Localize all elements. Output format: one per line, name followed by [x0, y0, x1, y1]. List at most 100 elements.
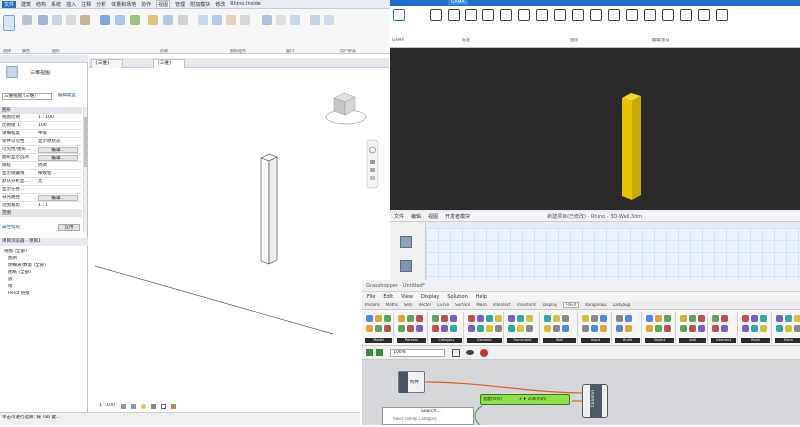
lock-view-icon[interactable] — [171, 404, 176, 409]
gh-menu-help[interactable]: Help — [476, 294, 487, 300]
gh-component-icon[interactable] — [591, 325, 598, 332]
edit-type-button[interactable]: 编辑类型 — [58, 93, 76, 98]
revit-param-node[interactable]: 构件 — [398, 371, 425, 393]
gh-component-icon[interactable] — [616, 325, 623, 332]
gh-tab[interactable]: Params — [365, 303, 380, 308]
apply-button[interactable]: 应用 — [58, 224, 80, 231]
revit-menu-view[interactable]: 视图 — [156, 0, 171, 9]
gh-component-icon[interactable] — [441, 315, 448, 322]
column-component[interactable]: Column — [582, 384, 608, 418]
property-value[interactable]: 100 — [38, 123, 47, 128]
arc-icon[interactable] — [500, 9, 512, 21]
gh-component-icon[interactable] — [384, 315, 391, 322]
gh-component-icon[interactable] — [646, 325, 653, 332]
gh-component-icon[interactable] — [712, 325, 719, 332]
preview-mode-icon[interactable] — [480, 349, 488, 357]
gh-component-icon[interactable] — [375, 325, 382, 332]
revit-menu-item[interactable]: 体量和场地 — [111, 1, 136, 8]
rhino-menu-dev[interactable]: 开发者模块 — [445, 213, 470, 220]
gh-component-icon[interactable] — [544, 315, 551, 322]
property-value[interactable]: 中等 — [38, 131, 47, 136]
gh-component-icon[interactable] — [366, 325, 373, 332]
gh-component-icon[interactable] — [441, 325, 448, 332]
search-panel[interactable]: Search... Revit Family Category — [382, 407, 474, 425]
gh-component-icon[interactable] — [486, 315, 493, 322]
callout-icon[interactable] — [130, 15, 140, 25]
rhino-menu-edit[interactable]: 编辑 — [411, 213, 421, 220]
gh-component-icon[interactable] — [517, 325, 524, 332]
redo-icon[interactable] — [716, 9, 728, 21]
gh-tab[interactable]: Display — [542, 303, 557, 308]
filters-icon[interactable] — [52, 15, 62, 25]
property-value[interactable]: 无 — [38, 179, 43, 184]
revit-menu-item[interactable]: 修改 — [215, 1, 225, 8]
gh-component-icon[interactable] — [553, 325, 560, 332]
gh-component-icon[interactable] — [721, 325, 728, 332]
gh-tab[interactable]: Curve — [437, 303, 449, 308]
cascade-icon[interactable] — [324, 15, 334, 25]
gh-tab[interactable]: Vector — [419, 303, 432, 308]
revit-menu-item[interactable]: 插入 — [66, 1, 76, 8]
number-slider[interactable]: 宽度(mm) 3 ♦ 200(mm) — [480, 394, 570, 405]
move-icon[interactable] — [554, 9, 566, 21]
gh-component-icon[interactable] — [398, 315, 405, 322]
curve-icon[interactable] — [465, 9, 477, 21]
gh-component-icon[interactable] — [508, 325, 515, 332]
gh-component-icon[interactable] — [562, 315, 569, 322]
revit-menu-item[interactable]: 附加模块 — [190, 1, 210, 8]
gh-component-icon[interactable] — [616, 315, 623, 322]
gh-component-icon[interactable] — [398, 325, 405, 332]
show-hidden-icon[interactable] — [80, 15, 90, 25]
preview-eye-icon[interactable] — [466, 350, 474, 355]
gh-component-icon[interactable] — [582, 325, 589, 332]
crop-icon[interactable] — [161, 404, 166, 409]
plan-views-icon[interactable] — [148, 15, 158, 25]
gh-component-icon[interactable] — [742, 315, 749, 322]
scale-icon[interactable] — [608, 9, 620, 21]
property-edit-button[interactable]: 编辑... — [38, 155, 78, 161]
gama-icon[interactable] — [393, 9, 405, 21]
gh-menu-file[interactable]: File — [367, 294, 375, 300]
gh-tab[interactable]: Maths — [386, 303, 398, 308]
gh-component-icon[interactable] — [468, 315, 475, 322]
drafting-icon[interactable] — [178, 15, 188, 25]
circle-icon[interactable] — [482, 9, 494, 21]
mirror-icon[interactable] — [662, 9, 674, 21]
panel-icon[interactable] — [400, 260, 412, 272]
revit-3d-viewport[interactable] — [89, 68, 389, 402]
gh-component-icon[interactable] — [468, 325, 475, 332]
gh-component-icon[interactable] — [785, 315, 792, 322]
property-value[interactable]: 1 : 100 — [38, 115, 54, 120]
gh-component-icon[interactable] — [495, 315, 502, 322]
line-icon[interactable] — [430, 9, 442, 21]
gh-component-icon[interactable] — [655, 315, 662, 322]
section-icon[interactable] — [115, 15, 125, 25]
trim-icon[interactable] — [626, 9, 638, 21]
gh-component-icon[interactable] — [751, 325, 758, 332]
properties-help-link[interactable]: 属性帮助 — [2, 225, 20, 230]
gh-component-icon[interactable] — [680, 325, 687, 332]
tile-icon[interactable] — [290, 15, 300, 25]
copy-icon[interactable] — [572, 9, 584, 21]
split-icon[interactable] — [644, 9, 656, 21]
gh-tab[interactable]: Ladybug — [613, 303, 630, 308]
gh-component-icon[interactable] — [407, 325, 414, 332]
gh-tab[interactable]: Surface — [455, 303, 470, 308]
gh-component-icon[interactable] — [544, 325, 551, 332]
gh-component-icon[interactable] — [600, 315, 607, 322]
revit-menu-item[interactable]: 管理 — [175, 1, 185, 8]
elevation-icon[interactable] — [163, 15, 173, 25]
gh-component-icon[interactable] — [664, 315, 671, 322]
tab-3d-view-2[interactable]: {三维} — [153, 59, 185, 68]
viewcube-icon[interactable] — [325, 92, 367, 125]
gh-component-icon[interactable] — [698, 315, 705, 322]
undo-icon[interactable] — [698, 9, 710, 21]
gh-component-icon[interactable] — [366, 315, 373, 322]
gh-component-icon[interactable] — [625, 325, 632, 332]
view-icon[interactable] — [212, 15, 222, 25]
revit-menu-item[interactable]: Rhino.Inside — [230, 1, 261, 7]
gh-component-icon[interactable] — [776, 315, 783, 322]
rhino-menu-view[interactable]: 视图 — [428, 213, 438, 220]
gh-component-icon[interactable] — [432, 325, 439, 332]
view-scale[interactable]: 1 : 100 — [99, 403, 115, 408]
